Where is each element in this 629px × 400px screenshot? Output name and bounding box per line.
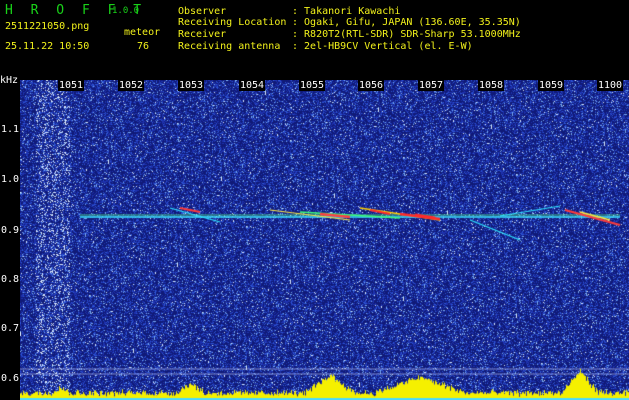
- y-tick-label: 0.9: [1, 225, 20, 236]
- y-tick-label: 1.1: [1, 124, 20, 135]
- x-tick-label: 1054: [239, 80, 266, 91]
- value-observer: : Takanori Kawachi: [292, 6, 401, 17]
- y-axis-unit: kHz: [0, 75, 19, 86]
- x-tick-label: 1053: [178, 80, 205, 91]
- x-tick-label: 1057: [418, 80, 445, 91]
- value-antenna: : 2el-HB9CV Vertical (el. E-W): [292, 41, 473, 52]
- label-observer: Observer: [178, 6, 227, 17]
- y-tick-label: 0.7: [1, 323, 20, 334]
- x-tick-label: 1056: [358, 80, 385, 91]
- meteor-label: meteor: [124, 27, 161, 38]
- capture-datetime: 25.11.22 10:50: [5, 41, 90, 52]
- x-tick-label: 1100: [597, 80, 624, 91]
- value-location: : Ogaki, Gifu, JAPAN (136.60E, 35.35N): [292, 17, 521, 28]
- label-antenna: Receiving antenna: [178, 41, 281, 52]
- label-location: Receiving Location: [178, 17, 287, 28]
- image-filename: 2511221050.png: [5, 21, 90, 32]
- label-receiver: Receiver: [178, 29, 227, 40]
- x-tick-label: 1052: [118, 80, 145, 91]
- x-tick-label: 1058: [478, 80, 505, 91]
- meteor-count: 76: [137, 41, 150, 52]
- value-receiver: : R820T2(RTL-SDR) SDR-Sharp 53.1000MHz: [292, 29, 521, 40]
- y-tick-label: 0.8: [1, 274, 20, 285]
- x-tick-label: 1055: [299, 80, 326, 91]
- y-tick-label: 0.6: [1, 373, 20, 384]
- y-tick-label: 1.0: [1, 174, 20, 185]
- x-tick-label: 1051: [58, 80, 85, 91]
- spectrogram-canvas: [20, 80, 629, 400]
- app-version: 1.0.0: [112, 6, 140, 16]
- x-tick-label: 1059: [538, 80, 565, 91]
